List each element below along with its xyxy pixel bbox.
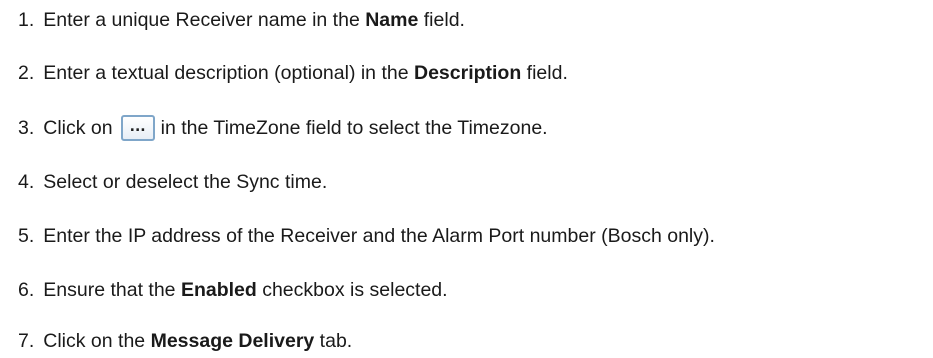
- step-number: 7.: [18, 329, 35, 352]
- step-text: Enter the IP address of the Receiver and…: [43, 224, 715, 247]
- step-text: Ensure that the: [43, 278, 181, 301]
- step-2: 2. Enter a textual description (optional…: [18, 58, 568, 88]
- step-number: 6.: [18, 278, 35, 301]
- step-text: Click on: [43, 116, 113, 139]
- message-delivery-term: Message Delivery: [150, 329, 315, 352]
- step-text-end: tab.: [314, 329, 353, 352]
- step-4: 4. Select or deselect the Sync time.: [18, 167, 327, 197]
- step-number: 5.: [18, 224, 35, 247]
- field-name-term: Name: [365, 8, 419, 31]
- step-number: 4.: [18, 170, 35, 193]
- instruction-list: 1. Enter a unique Receiver name in the N…: [0, 0, 933, 358]
- step-5: 5. Enter the IP address of the Receiver …: [18, 221, 715, 251]
- step-text: Enter a unique Receiver name in the: [43, 8, 366, 31]
- step-number: 3.: [18, 116, 35, 139]
- step-text-end: field.: [418, 8, 465, 31]
- step-text-end: checkbox is selected.: [256, 278, 448, 301]
- step-text: Click on the: [43, 329, 151, 352]
- step-text: Select or deselect the Sync time.: [43, 170, 328, 193]
- step-number: 2.: [18, 61, 35, 84]
- step-7: 7. Click on the Message Delivery tab.: [18, 326, 352, 356]
- step-6: 6. Ensure that the Enabled checkbox is s…: [18, 275, 448, 305]
- step-1: 1. Enter a unique Receiver name in the N…: [18, 5, 465, 35]
- step-text: Enter a textual description (optional) i…: [43, 61, 414, 84]
- ellipsis-icon[interactable]: ...: [120, 115, 155, 141]
- step-text-end: in the TimeZone field to select the Time…: [160, 116, 548, 139]
- step-text-end: field.: [521, 61, 568, 84]
- step-3: 3. Click on ... in the TimeZone field to…: [18, 113, 548, 143]
- description-term: Description: [413, 61, 522, 84]
- step-number: 1.: [18, 8, 35, 31]
- enabled-term: Enabled: [180, 278, 257, 301]
